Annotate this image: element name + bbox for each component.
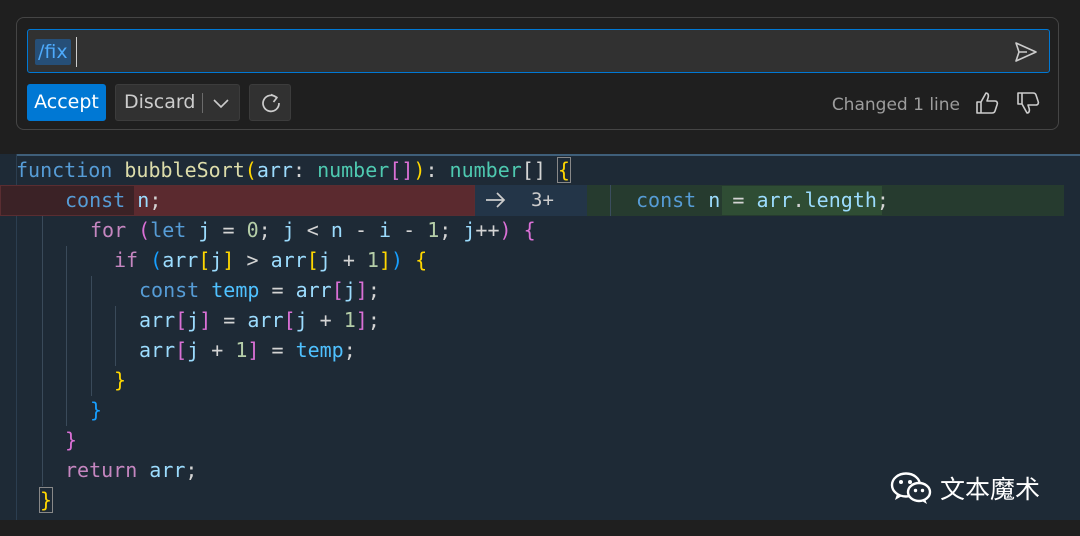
change-status: Changed 1 line — [831, 95, 960, 115]
discard-label: Discard — [124, 91, 196, 113]
bottom-strip — [0, 520, 1080, 536]
text-caret — [76, 37, 77, 67]
code-line-12: } — [38, 487, 54, 513]
removed-code-line: const n; — [65, 188, 162, 212]
code-line-8: } — [114, 368, 127, 392]
code-line-9: } — [90, 398, 103, 422]
indent-guide — [66, 246, 67, 426]
thumbs-down-icon[interactable] — [1015, 90, 1041, 116]
code-line-1: function bubbleSort(arr: number[]): numb… — [16, 157, 571, 183]
inline-chat-widget: /fix Accept Discard Changed 1 line — [16, 17, 1059, 130]
wechat-icon — [890, 472, 932, 504]
code-line-5: const temp = arr[j]; — [139, 278, 380, 302]
code-editor[interactable]: 3+ function bubbleSort(arr: number[]): n… — [0, 154, 1080, 520]
rerun-button[interactable] — [249, 84, 291, 121]
indent-guide — [42, 216, 43, 486]
send-icon[interactable] — [1013, 39, 1039, 65]
diff-separator — [610, 185, 611, 216]
added-code-line: const n = arr.length; — [636, 188, 889, 212]
accept-button[interactable]: Accept — [27, 84, 106, 121]
code-line-3: for (let j = 0; j < n - i - 1; j++) { — [90, 218, 536, 242]
button-divider — [202, 93, 203, 113]
diff-change-count: 3+ — [531, 189, 554, 211]
indent-guide — [91, 276, 92, 396]
code-line-7: arr[j + 1] = temp; — [139, 338, 356, 362]
code-line-6: arr[j] = arr[j + 1]; — [139, 308, 380, 332]
refresh-icon — [262, 93, 280, 113]
code-line-11: return arr; — [65, 458, 198, 482]
thumbs-up-icon[interactable] — [974, 90, 1000, 116]
watermark-text: 文本魔术 — [940, 475, 1041, 504]
chevron-down-icon[interactable] — [210, 93, 232, 113]
discard-button[interactable]: Discard — [115, 84, 240, 121]
indent-guide — [115, 306, 116, 366]
code-line-4: if (arr[j] > arr[j + 1]) { — [114, 248, 428, 272]
arrow-right-icon — [486, 192, 506, 208]
removed-text-highlight — [134, 186, 474, 215]
vscode-window: /fix Accept Discard Changed 1 line 3+ fu… — [0, 0, 1080, 536]
watermark: 文本魔术 — [890, 470, 1040, 506]
code-line-10: } — [65, 428, 78, 452]
slash-command-chip: /fix — [35, 39, 71, 65]
chat-input[interactable]: /fix — [27, 29, 1050, 73]
